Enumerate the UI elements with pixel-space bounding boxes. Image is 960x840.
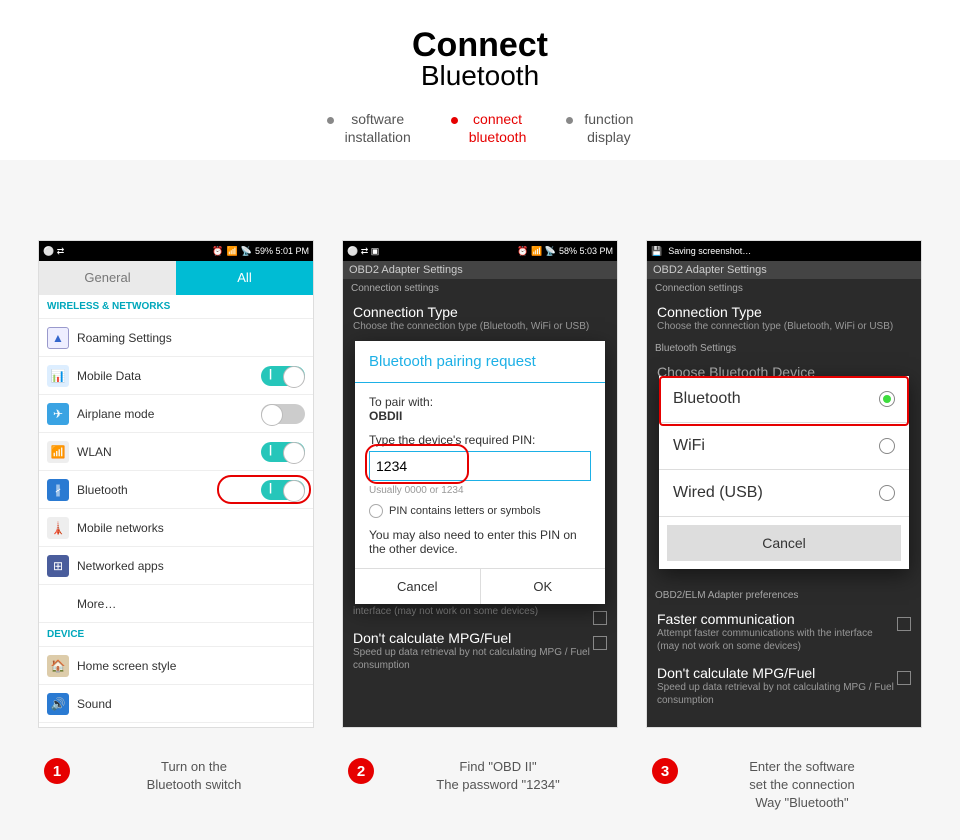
toggle-mobile-data[interactable] <box>261 366 305 386</box>
sec-connection: Connection settings <box>647 279 921 298</box>
row-bluetooth[interactable]: ∦Bluetooth <box>39 471 313 509</box>
caption-text: Turn on theBluetooth switch <box>80 758 308 794</box>
signal-icon: 📡 <box>241 246 252 257</box>
apps-icon: ⊞ <box>53 559 63 573</box>
highlight-pin <box>365 444 469 484</box>
caption-3: 3 Enter the softwareset the connectionWay… <box>646 744 922 827</box>
header: Connect Bluetooth softwareinstallation c… <box>0 0 960 160</box>
battery-label: 58% 5:03 PM <box>559 246 613 256</box>
toggle-airplane[interactable] <box>261 404 305 424</box>
wifi-icon: 📶 <box>51 445 66 459</box>
opt-connection-type[interactable]: Connection TypeChoose the connection typ… <box>343 298 617 339</box>
page-title: Connect <box>0 28 960 62</box>
step-badge: 2 <box>348 758 374 784</box>
option-wifi[interactable]: WiFi <box>659 423 909 470</box>
chart-icon: 📊 <box>51 369 66 383</box>
sec-adapter-pref: OBD2/ELM Adapter preferences <box>647 586 921 605</box>
row-display[interactable]: Display <box>39 723 313 728</box>
antenna-icon: 🗼 <box>51 521 66 535</box>
caption-text: Enter the softwareset the connectionWay … <box>688 758 916 813</box>
sound-icon: 🔊 <box>51 697 66 711</box>
row-airplane[interactable]: ✈Airplane mode <box>39 395 313 433</box>
row-home-style[interactable]: 🏠Home screen style <box>39 647 313 685</box>
sec-connection: Connection settings <box>343 279 617 298</box>
status-bar: ⚪ ⇄ ▣⏰ 📶 📡58% 5:03 PM <box>343 241 617 261</box>
ok-button[interactable]: OK <box>480 569 606 604</box>
toggle-bluetooth[interactable] <box>261 480 305 500</box>
screenshots-row: ⚪ ⇄ ⏰ 📶 📡 59% 5:01 PM General All WIRELE… <box>0 160 960 744</box>
status-bar: 💾 Saving screenshot… <box>647 241 921 261</box>
caption-text: Find "OBD II"The password "1234" <box>384 758 612 794</box>
row-more[interactable]: More… <box>39 585 313 623</box>
roaming-icon: ▲ <box>52 331 64 345</box>
option-wired[interactable]: Wired (USB) <box>659 470 909 517</box>
caption-1: 1 Turn on theBluetooth switch <box>38 744 314 827</box>
cancel-button[interactable]: Cancel <box>667 525 901 561</box>
settings-tabs: General All <box>39 261 313 295</box>
step-badge: 1 <box>44 758 70 784</box>
bc-software[interactable]: softwareinstallation <box>327 110 411 146</box>
dialog-title: Bluetooth pairing request <box>355 341 605 383</box>
screenshot-3: 💾 Saving screenshot… OBD2 Adapter Setting… <box>646 240 922 728</box>
breadcrumb: softwareinstallation connectbluetooth fu… <box>0 110 960 146</box>
home-icon: 🏠 <box>51 659 66 673</box>
opt-connection-type[interactable]: Connection TypeChoose the connection typ… <box>647 298 921 339</box>
row-mobile-networks[interactable]: 🗼Mobile networks <box>39 509 313 547</box>
screenshot-1: ⚪ ⇄ ⏰ 📶 📡 59% 5:01 PM General All WIRELE… <box>38 240 314 728</box>
bc-connect[interactable]: connectbluetooth <box>451 110 527 146</box>
screenshot-2: ⚪ ⇄ ▣⏰ 📶 📡58% 5:03 PM OBD2 Adapter Setti… <box>342 240 618 728</box>
pin-hint: Usually 0000 or 1234 <box>369 485 591 496</box>
device-header: DEVICE <box>39 623 313 647</box>
wifi-icon: 📶 <box>227 246 238 257</box>
checkbox[interactable] <box>593 611 607 625</box>
pair-label: To pair with: <box>369 395 591 409</box>
radio-icon <box>369 504 383 518</box>
tab-general[interactable]: General <box>39 261 176 295</box>
radio-icon <box>879 485 895 501</box>
pin-note: You may also need to enter this PIN on t… <box>369 528 591 556</box>
save-icon: 💾 <box>651 246 662 257</box>
app-title: OBD2 Adapter Settings <box>647 261 921 279</box>
step-badge: 3 <box>652 758 678 784</box>
opt-mpg[interactable]: Don't calculate MPG/FuelSpeed up data re… <box>343 624 617 678</box>
row-sound[interactable]: 🔊Sound <box>39 685 313 723</box>
bluetooth-icon: ∦ <box>55 483 61 497</box>
checkbox[interactable] <box>593 636 607 650</box>
cancel-button[interactable]: Cancel <box>355 569 480 604</box>
tab-all[interactable]: All <box>176 261 313 295</box>
bc-function[interactable]: functiondisplay <box>566 110 633 146</box>
pairing-dialog: Bluetooth pairing request To pair with: … <box>355 341 605 604</box>
opt-mpg[interactable]: Don't calculate MPG/FuelSpeed up data re… <box>647 659 921 713</box>
opt-faster[interactable]: Faster communicationAttempt faster commu… <box>647 605 921 659</box>
saving-label: Saving screenshot… <box>668 246 751 256</box>
checkbox[interactable] <box>897 617 911 631</box>
status-bar: ⚪ ⇄ ⏰ 📶 📡 59% 5:01 PM <box>39 241 313 261</box>
page-subtitle: Bluetooth <box>0 60 960 92</box>
captions-row: 1 Turn on theBluetooth switch 2 Find "OBD … <box>0 744 960 827</box>
sec-bluetooth: Bluetooth Settings <box>647 339 921 358</box>
row-mobile-data[interactable]: 📊Mobile Data <box>39 357 313 395</box>
alarm-icon: ⏰ <box>212 246 223 257</box>
row-networked-apps[interactable]: ⊞Networked apps <box>39 547 313 585</box>
wireless-header: WIRELESS & NETWORKS <box>39 295 313 319</box>
app-title: OBD2 Adapter Settings <box>343 261 617 279</box>
toggle-wlan[interactable] <box>261 442 305 462</box>
row-roaming[interactable]: ▲Roaming Settings <box>39 319 313 357</box>
airplane-icon: ✈ <box>53 407 63 421</box>
checkbox[interactable] <box>897 671 911 685</box>
bluetooth-icon: ⚪ ⇄ <box>43 246 64 257</box>
connection-type-dialog: Bluetooth WiFi Wired (USB) Cancel <box>659 376 909 569</box>
row-wlan[interactable]: 📶WLAN <box>39 433 313 471</box>
letters-checkbox-row[interactable]: PIN contains letters or symbols <box>369 504 591 518</box>
battery-label: 59% 5:01 PM <box>255 246 309 256</box>
radio-icon <box>879 438 895 454</box>
pair-device: OBDII <box>369 409 591 423</box>
highlight-bluetooth-option <box>659 376 909 426</box>
caption-2: 2 Find "OBD II"The password "1234" <box>342 744 618 827</box>
